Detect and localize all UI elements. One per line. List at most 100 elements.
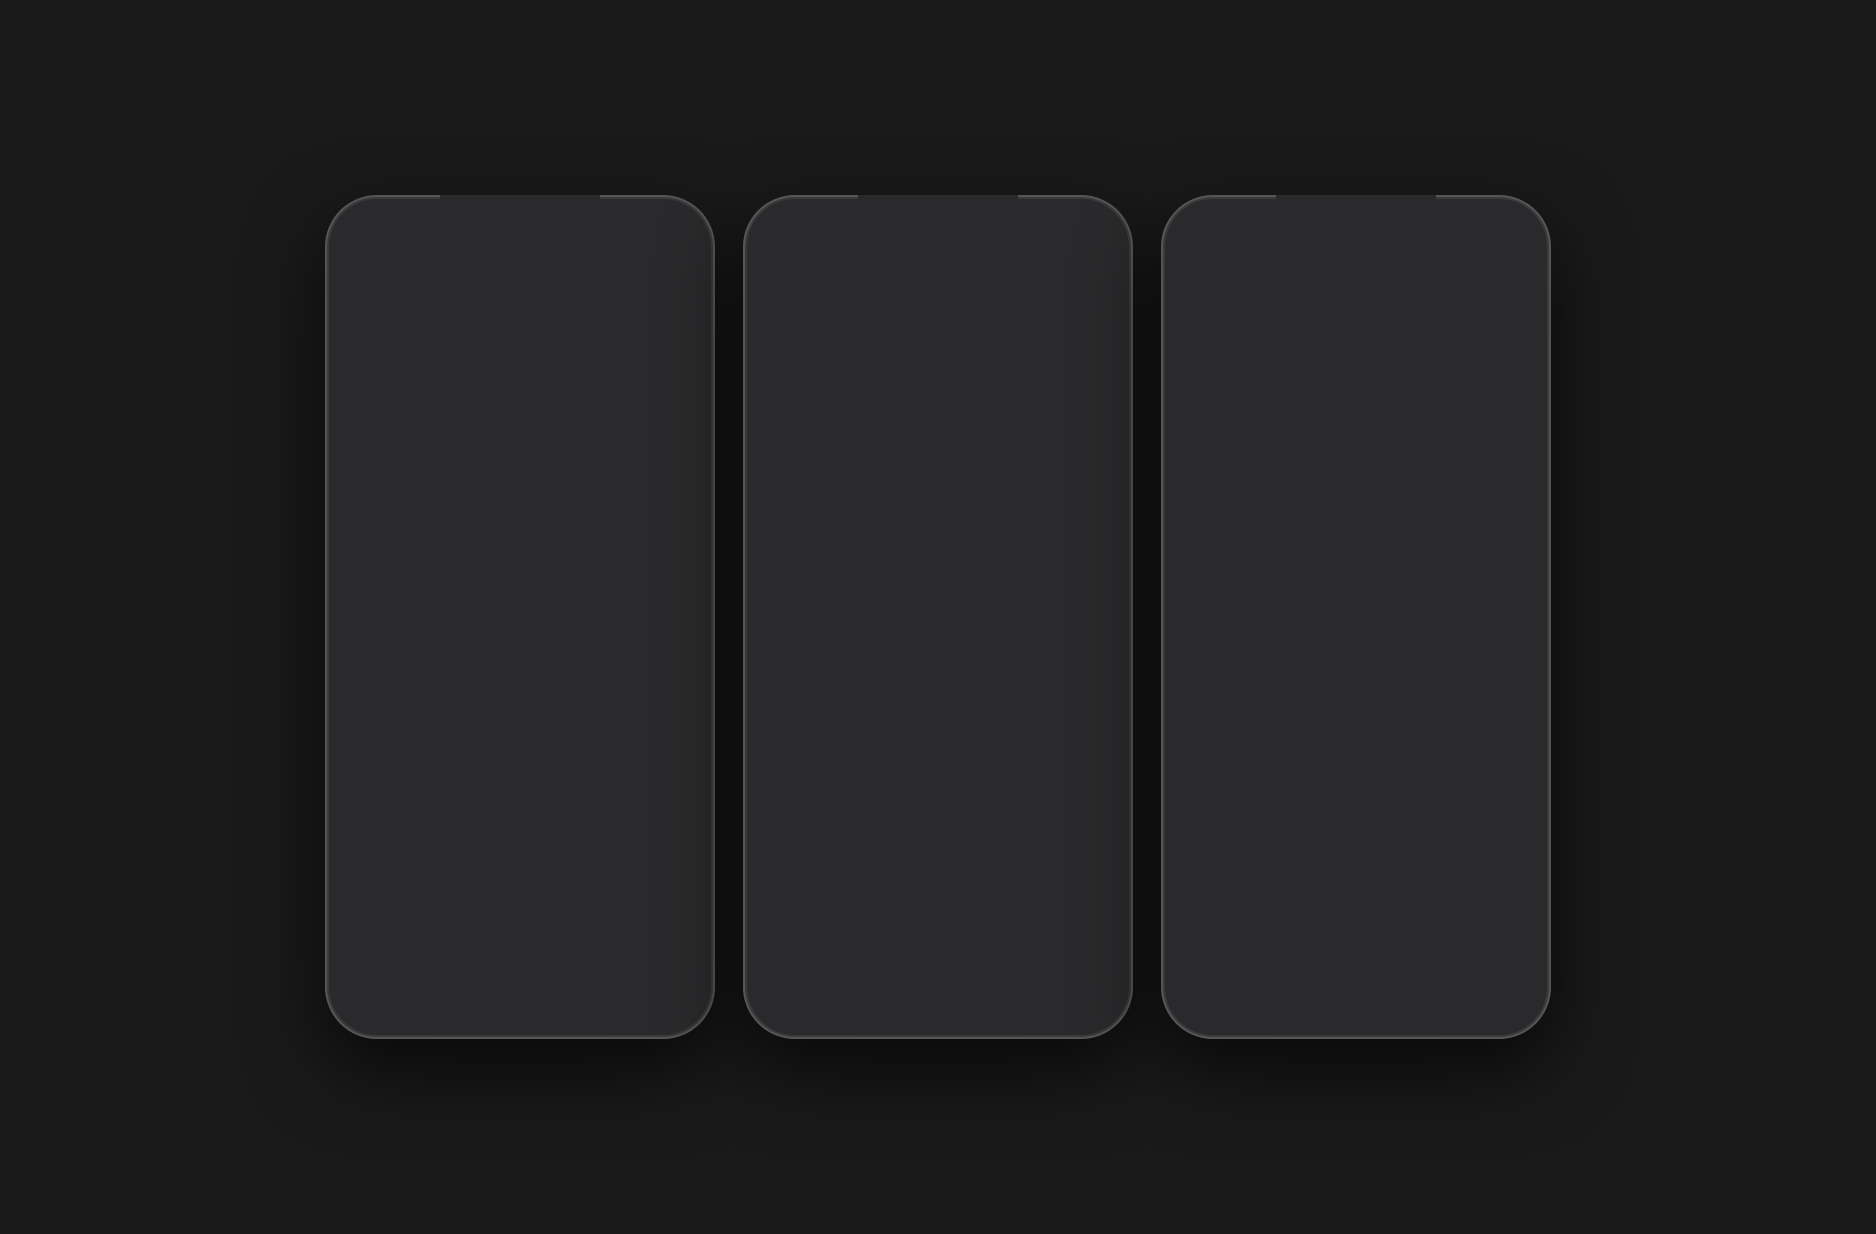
- page-dots-1: [333, 787, 707, 794]
- translate-label-2: Translate: [959, 531, 1004, 544]
- p3-app-translate-top[interactable]: A 文 Translate: [1411, 471, 1465, 542]
- camera-label-3: Camera: [1293, 792, 1332, 805]
- p2-app-slack[interactable]: Slack: [771, 564, 843, 641]
- dock3-safari[interactable]: [1364, 945, 1424, 1005]
- p3-app-home[interactable]: Home: [1452, 728, 1524, 805]
- youtube-label-3: YouTube: [1478, 426, 1521, 439]
- p3-app-slack[interactable]: Slack: [1189, 728, 1261, 805]
- calendar-month-title: JUNE: [1354, 577, 1511, 589]
- dock3-messages[interactable]: [1213, 945, 1273, 1005]
- p2-app-maps[interactable]: Maps: [771, 467, 843, 544]
- p3-app-photos[interactable]: Photos: [1364, 728, 1436, 805]
- phone1-app-camera[interactable]: Camera: [616, 432, 688, 509]
- phone1-app-translate[interactable]: A 文 Translate: [353, 529, 425, 606]
- p2-app-calendar[interactable]: MON 22 Calendar: [859, 824, 931, 901]
- wifi-icon-2: WiFi: [1048, 233, 1071, 245]
- cal-d-12: 12: [1467, 619, 1489, 632]
- camera-svg-3: [1294, 743, 1330, 773]
- camera-label: Camera: [632, 496, 671, 509]
- p3-app-camera[interactable]: Camera: [1277, 728, 1349, 805]
- settings-icon-3: [1473, 471, 1527, 525]
- p2-app-notes[interactable]: Notes: [1034, 661, 1106, 791]
- calendar-widget[interactable]: WWDC No more eventstoday JUNE S M T W T …: [1185, 563, 1527, 693]
- calendar-top-3: MON: [1457, 825, 1517, 847]
- notes-icon: [534, 529, 594, 589]
- dot-1-active: [509, 787, 516, 794]
- p2-podcast-widget[interactable]: 🎙 👨‍🦲 1H 47M LEFT Ali Abdaal Podcasts: [771, 661, 930, 791]
- page-dots-2: [751, 917, 1125, 924]
- dock2-mail[interactable]: [870, 945, 930, 1005]
- maps-icon: [359, 432, 419, 492]
- p3-app-calendar[interactable]: MON 22 Calendar: [1452, 825, 1524, 902]
- camera-svg-2: [876, 579, 912, 609]
- airpods-battery-icon: 🎧: [1366, 277, 1418, 329]
- phone1-app-reminders[interactable]: Reminders: [616, 529, 688, 606]
- phone1-app-maps[interactable]: Maps: [353, 432, 425, 509]
- p3-app-clock[interactable]: 12 6 9 3 Clock: [1364, 825, 1436, 902]
- dock2-safari[interactable]: [946, 945, 1006, 1005]
- phone1-app-calendar[interactable]: MON 22 Calendar: [441, 696, 513, 773]
- phone1-app-settings[interactable]: Settings: [441, 529, 513, 606]
- p2-app-home[interactable]: Home: [1034, 564, 1106, 641]
- cal-d-15: 15: [1377, 633, 1399, 646]
- safari-svg-2: [956, 955, 996, 995]
- calendar-icon-3: MON 22: [1457, 825, 1517, 885]
- p2-app-settings[interactable]: Settings: [1034, 467, 1106, 544]
- dock3-mail[interactable]: [1288, 945, 1348, 1005]
- p2-row3-spacer: [946, 661, 1006, 791]
- phone-svg-3: [1453, 959, 1485, 991]
- dock-safari[interactable]: [528, 945, 588, 1005]
- weather-widget[interactable]: ↗ 80° ☁ Expect rain inthe next hour Inte…: [349, 263, 691, 395]
- phone1-music-widget[interactable]: The New Abnormal The Strokes ♪ Music: [528, 626, 687, 756]
- dock2-phone[interactable]: [1021, 945, 1081, 1005]
- p3-app-settings-top[interactable]: Settings: [1473, 471, 1527, 542]
- reminders-svg-3: [1294, 837, 1330, 873]
- case-battery-name: Case: [1380, 425, 1403, 436]
- p3-app-youtube-top[interactable]: YouTube: [1473, 368, 1527, 439]
- time-830: 8:30: [655, 370, 674, 381]
- p3-app-maps-top[interactable]: Maps: [1473, 289, 1527, 360]
- p2-app-translate[interactable]: A 文 Translate: [946, 467, 1018, 544]
- p2-app-clock[interactable]: 12 6 9 3 Clock: [771, 824, 843, 901]
- weather-bar-progress: [365, 362, 505, 366]
- battery-ring-airpods: 🎧: [1366, 277, 1418, 329]
- music-album-large: [538, 636, 594, 692]
- cal-d-2: 2: [1399, 605, 1421, 618]
- today-circle: 22: [1379, 648, 1395, 664]
- phone1-app-notes[interactable]: Notes: [528, 529, 600, 606]
- battery-case: 💼 Case 80%: [1330, 369, 1453, 451]
- p2-app-camera[interactable]: Camera: [859, 564, 931, 641]
- dock-mail[interactable]: [452, 945, 512, 1005]
- dock3-phone[interactable]: [1439, 945, 1499, 1005]
- phone1-app-clock[interactable]: 12 6 9 3 Clock: [353, 696, 425, 773]
- svg-text:3: 3: [1412, 853, 1415, 859]
- batteries-widget[interactable]: 📱 iPhone 100% 🎧: [1185, 265, 1465, 463]
- p2-app-photos[interactable]: Photos: [946, 564, 1018, 641]
- messages-dock-icon-2: [795, 945, 855, 1005]
- photos-svg-3: [1380, 738, 1420, 778]
- phone1-app-youtube[interactable]: YouTube: [441, 432, 513, 509]
- home-icon: [446, 626, 506, 686]
- cal-d-24: 24: [1422, 647, 1444, 665]
- music-widget-phone2[interactable]: The New Abnormal The Strokes ♪ AMY SHARK…: [767, 265, 1109, 430]
- cal-d-empty1: [1354, 605, 1376, 618]
- mail-dock-icon: [452, 945, 512, 1005]
- clock-svg: 12 6 9 3: [368, 705, 410, 747]
- podcast-avatar: 👨‍🦲: [801, 676, 871, 746]
- podcast-mic-icon: 🎙: [864, 671, 889, 696]
- reminders-icon: [621, 529, 681, 589]
- translate-svg: A 文: [371, 541, 407, 577]
- dock-phone[interactable]: [603, 945, 663, 1005]
- dock-messages[interactable]: [377, 945, 437, 1005]
- cal-d-4: 4: [1444, 605, 1466, 618]
- cal-d-6: 6: [1489, 605, 1511, 618]
- p2-app-youtube[interactable]: YouTube: [859, 467, 931, 544]
- dot-3-inactive: [1360, 917, 1367, 924]
- slack-svg-2: [789, 576, 825, 612]
- translate-label: Translate: [366, 593, 411, 606]
- phone1-app-slack[interactable]: Slack: [528, 432, 600, 509]
- calendar-top-red: MON: [446, 696, 506, 718]
- dock2-messages[interactable]: [795, 945, 855, 1005]
- p3-app-reminders[interactable]: Reminders: [1277, 825, 1349, 902]
- p3-app-notes[interactable]: Notes: [1189, 825, 1261, 902]
